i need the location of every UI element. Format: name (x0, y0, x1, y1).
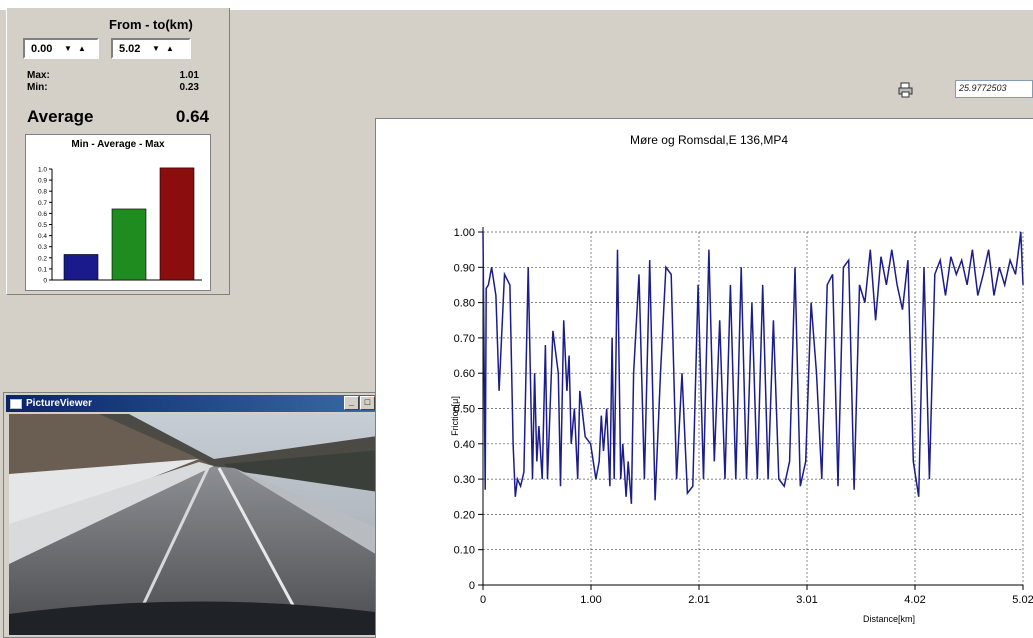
mini-y-tick-label: 0 (43, 278, 47, 285)
y-tick-label: 0.10 (454, 545, 475, 557)
to-value: 5.02 (119, 42, 141, 55)
friction-series-line (482, 231, 1024, 504)
from-down-arrow-icon[interactable]: ▼ (61, 41, 75, 56)
mini-y-tick-label: 1.0 (38, 167, 47, 174)
x-tick-label: 2.01 (688, 594, 709, 606)
y-tick-label: 0 (469, 580, 475, 592)
mini-y-tick-label: 0.3 (38, 244, 47, 251)
y-tick-label: 0.40 (454, 439, 475, 451)
y-tick-label: 0.50 (454, 404, 475, 416)
range-label: From - to(km) (109, 17, 193, 32)
from-value: 0.00 (31, 42, 53, 55)
x-tick-label: 4.02 (904, 594, 925, 606)
road-photo-image (9, 414, 392, 635)
picture-viewer-window: PictureViewer _ □ × (3, 392, 396, 638)
maximize-button[interactable]: □ (360, 396, 375, 410)
mini-y-tick-label: 0.8 (38, 189, 47, 196)
y-tick-label: 0.30 (454, 474, 475, 486)
mini-y-tick-label: 0.5 (38, 222, 47, 229)
position-value-field[interactable]: 25.9772503 (955, 80, 1033, 98)
mini-y-tick-label: 0.6 (38, 211, 47, 218)
min-avg-max-svg: Min - Average - Max 1.0 0.9 0.8 0.7 0.6 0.5 0.… (38, 139, 202, 285)
min-avg-max-chart: Min - Average - Max 1.0 0.9 0.8 0.7 0.6 0.5 0.… (25, 134, 211, 291)
friction-chart-svg: Møre og Romsdal,E 136,MP4 Distance[km] F… (450, 133, 1033, 624)
average-label: Average (27, 107, 94, 126)
printer-icon[interactable] (898, 82, 914, 98)
mini-bar (159, 167, 195, 281)
min-label: Min: (27, 82, 48, 93)
x-tick-label: 3.01 (796, 594, 817, 606)
mini-y-tick-label: 0.7 (38, 200, 47, 207)
y-tick-label: 0.80 (454, 298, 475, 310)
y-tick-label: 0.20 (454, 509, 475, 521)
range-panel: From - to(km) 0.00 ▼ ▲ 5.02 ▼ ▲ Max: 1.0… (6, 8, 230, 295)
friction-chart-panel: Møre og Romsdal,E 136,MP4 Distance[km] F… (375, 118, 1033, 638)
chart-title: Møre og Romsdal,E 136,MP4 (630, 133, 788, 147)
mini-y-tick-label: 0.4 (38, 233, 47, 240)
from-spinner[interactable]: 0.00 ▼ ▲ (23, 38, 99, 59)
road-photo (9, 414, 392, 635)
to-down-arrow-icon[interactable]: ▼ (149, 41, 163, 56)
minimize-button[interactable]: _ (344, 396, 359, 410)
y-tick-label: 0.60 (454, 368, 475, 380)
window-icon (10, 398, 22, 409)
x-tick-label: 5.02 (1012, 594, 1033, 606)
mini-bar (111, 208, 147, 281)
max-value: 1.01 (179, 70, 199, 81)
to-spinner[interactable]: 5.02 ▼ ▲ (111, 38, 191, 59)
y-tick-label: 0.70 (454, 333, 475, 345)
y-tick-label: 1.00 (454, 227, 475, 239)
mini-y-tick-label: 0.2 (38, 255, 47, 262)
mini-chart-title: Min - Average - Max (71, 139, 165, 150)
mini-y-tick-label: 0.9 (38, 178, 47, 185)
to-up-arrow-icon[interactable]: ▲ (163, 41, 177, 56)
x-tick-label: 1.00 (580, 594, 601, 606)
y-tick-label: 0.90 (454, 262, 475, 274)
min-value: 0.23 (179, 82, 199, 93)
y-axis-label: Friction[μ] (450, 396, 460, 436)
from-up-arrow-icon[interactable]: ▲ (75, 41, 89, 56)
max-label: Max: (27, 70, 50, 81)
x-tick-label: 0 (480, 594, 486, 606)
average-value: 0.64 (175, 107, 209, 126)
viewer-title: PictureViewer (26, 398, 92, 409)
mini-bar (63, 254, 99, 281)
viewer-titlebar[interactable]: PictureViewer _ □ × (6, 395, 393, 412)
x-axis-label: Distance[km] (863, 614, 915, 624)
mini-y-tick-label: 0.1 (38, 266, 47, 273)
